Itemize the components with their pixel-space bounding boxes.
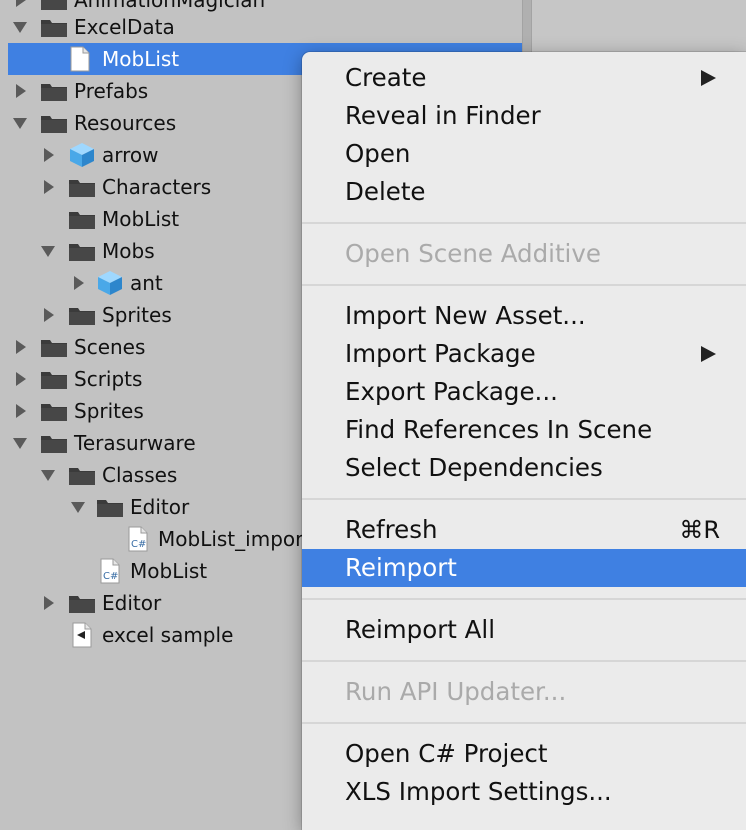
menu-item-label: Run API Updater...: [345, 677, 567, 706]
folder-icon: [68, 464, 96, 486]
menu-item-label: Create: [345, 63, 427, 92]
tree-item-label: excel sample: [102, 623, 234, 647]
tree-item-label: Editor: [102, 591, 162, 615]
menu-item-label: Reveal in Finder: [345, 101, 541, 130]
menu-item-select-dependencies[interactable]: Select Dependencies: [302, 449, 746, 487]
context-menu: Create Reveal in Finder Open Delete Open…: [302, 52, 746, 830]
submenu-arrow-icon: [701, 70, 716, 86]
menu-item-reimport-all[interactable]: Reimport All: [302, 611, 746, 649]
tree-item-label: MobList: [130, 559, 208, 583]
expand-triangle-icon[interactable]: [12, 83, 28, 99]
tree-item-label: arrow: [102, 143, 159, 167]
tree-item-label: Scripts: [74, 367, 143, 391]
collapse-triangle-icon[interactable]: [40, 467, 56, 483]
menu-item-refresh[interactable]: Refresh ⌘R: [302, 511, 746, 549]
menu-item-label: Open Scene Additive: [345, 239, 601, 268]
prefab-cube-icon: [68, 142, 96, 168]
menu-item-delete[interactable]: Delete: [302, 173, 746, 211]
expand-triangle-icon[interactable]: [12, 403, 28, 419]
tree-item-label: Terasurware: [74, 431, 196, 455]
menu-item-label: Reimport All: [345, 615, 496, 644]
expand-triangle-icon[interactable]: [70, 275, 86, 291]
folder-icon: [40, 80, 68, 102]
collapse-triangle-icon[interactable]: [40, 243, 56, 259]
shortcut-label: ⌘R: [679, 516, 720, 544]
submenu-arrow-icon: [701, 346, 716, 362]
menu-item-label: Open: [345, 139, 411, 168]
expand-triangle-icon[interactable]: [40, 147, 56, 163]
folder-icon: [40, 400, 68, 422]
menu-item-label: Select Dependencies: [345, 453, 603, 482]
folder-icon: [68, 304, 96, 326]
prefab-cube-icon: [96, 270, 124, 296]
tree-item-label: Sprites: [102, 303, 172, 327]
collapse-triangle-icon[interactable]: [12, 19, 28, 35]
menu-separator: [302, 284, 746, 286]
menu-separator: [302, 722, 746, 724]
menu-item-open-csharp-project[interactable]: Open C# Project: [302, 735, 746, 773]
tree-row-exceldata[interactable]: ExcelData: [0, 11, 522, 43]
expand-triangle-icon[interactable]: [40, 307, 56, 323]
expand-triangle-icon[interactable]: [12, 0, 28, 8]
menu-item-label: Reimport: [345, 553, 457, 582]
tree-item-label: MobList: [102, 47, 180, 71]
menu-item-open-scene-additive: Open Scene Additive: [302, 235, 746, 273]
menu-separator: [302, 222, 746, 224]
tree-item-label: Prefabs: [74, 79, 149, 103]
expand-triangle-icon[interactable]: [40, 179, 56, 195]
tree-item-label: Mobs: [102, 239, 155, 263]
menu-item-label: XLS Import Settings...: [345, 777, 612, 806]
folder-icon: [40, 432, 68, 454]
menu-separator: [302, 660, 746, 662]
folder-icon: [40, 336, 68, 358]
menu-separator: [302, 498, 746, 500]
menu-separator: [302, 598, 746, 600]
folder-icon: [40, 112, 68, 134]
folder-icon: [40, 16, 68, 38]
folder-icon: [68, 176, 96, 198]
tree-item-label: Characters: [102, 175, 212, 199]
collapse-triangle-icon[interactable]: [12, 115, 28, 131]
folder-icon: [40, 368, 68, 390]
collapse-triangle-icon[interactable]: [12, 435, 28, 451]
menu-item-label: Delete: [345, 177, 426, 206]
expand-triangle-icon[interactable]: [12, 339, 28, 355]
menu-item-find-references[interactable]: Find References In Scene: [302, 411, 746, 449]
expand-triangle-icon[interactable]: [40, 595, 56, 611]
tree-item-label: Scenes: [74, 335, 146, 359]
tree-item-label: Editor: [130, 495, 190, 519]
folder-icon: [68, 592, 96, 614]
folder-icon: [68, 240, 96, 262]
unity-scene-icon: [72, 622, 92, 648]
menu-item-reimport[interactable]: Reimport: [302, 549, 746, 587]
folder-icon: [40, 0, 68, 11]
menu-item-open[interactable]: Open: [302, 135, 746, 173]
menu-item-run-api-updater: Run API Updater...: [302, 673, 746, 711]
menu-item-xls-import-settings[interactable]: XLS Import Settings...: [302, 773, 746, 811]
tree-item-label: Classes: [102, 463, 178, 487]
tree-item-label: Resources: [74, 111, 177, 135]
collapse-triangle-icon[interactable]: [70, 499, 86, 515]
asset-file-icon: [70, 46, 90, 72]
menu-item-label: Export Package...: [345, 377, 558, 406]
menu-item-label: Open C# Project: [345, 739, 548, 768]
menu-item-label: Find References In Scene: [345, 415, 653, 444]
tree-item-label: Sprites: [74, 399, 144, 423]
folder-icon: [96, 496, 124, 518]
tree-item-label: ant: [130, 271, 163, 295]
expand-triangle-icon[interactable]: [12, 371, 28, 387]
menu-item-label: Refresh: [345, 515, 438, 544]
tree-item-label: ExcelData: [74, 15, 175, 39]
csharp-script-icon: [128, 526, 148, 552]
folder-icon: [68, 208, 96, 230]
tree-item-label: MobList: [102, 207, 180, 231]
menu-item-label: Import New Asset...: [345, 301, 586, 330]
menu-item-reveal-in-finder[interactable]: Reveal in Finder: [302, 97, 746, 135]
menu-item-export-package[interactable]: Export Package...: [302, 373, 746, 411]
menu-item-import-new-asset[interactable]: Import New Asset...: [302, 297, 746, 335]
menu-item-import-package[interactable]: Import Package: [302, 335, 746, 373]
csharp-script-icon: [100, 558, 120, 584]
menu-item-label: Import Package: [345, 339, 536, 368]
menu-item-create[interactable]: Create: [302, 59, 746, 97]
